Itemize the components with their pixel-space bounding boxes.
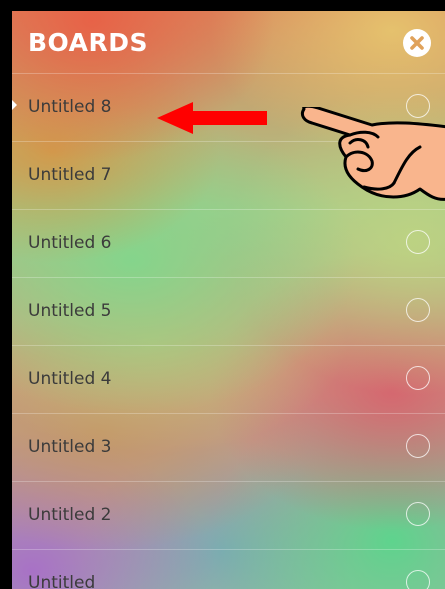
screenshot-frame: BOARDS Untitled 8 Untitled 7 Untitled 6 <box>0 0 445 589</box>
select-circle[interactable] <box>406 570 430 589</box>
board-item-untitled-4[interactable]: Untitled 4 <box>12 345 445 413</box>
board-item-untitled-3[interactable]: Untitled 3 <box>12 413 445 481</box>
board-item-untitled-2[interactable]: Untitled 2 <box>12 481 445 549</box>
board-label: Untitled 5 <box>28 301 112 321</box>
selected-caret-icon <box>12 100 17 110</box>
board-label: Untitled 6 <box>28 233 112 253</box>
board-item-untitled-6[interactable]: Untitled 6 <box>12 209 445 277</box>
board-label: Untitled <box>28 573 96 589</box>
close-button[interactable] <box>403 29 431 57</box>
board-label: Untitled 3 <box>28 437 112 457</box>
boards-title: BOARDS <box>28 28 148 57</box>
board-label: Untitled 7 <box>28 165 112 185</box>
board-label: Untitled 2 <box>28 505 112 525</box>
boards-panel: BOARDS Untitled 8 Untitled 7 Untitled 6 <box>12 11 445 589</box>
board-label: Untitled 4 <box>28 369 112 389</box>
panel-header: BOARDS <box>12 11 445 73</box>
select-circle[interactable] <box>406 366 430 390</box>
select-circle[interactable] <box>406 298 430 322</box>
board-item-untitled[interactable]: Untitled <box>12 549 445 589</box>
close-icon <box>410 36 424 50</box>
select-circle[interactable] <box>406 434 430 458</box>
board-label: Untitled 8 <box>28 97 112 117</box>
board-item-untitled-5[interactable]: Untitled 5 <box>12 277 445 345</box>
select-circle[interactable] <box>406 502 430 526</box>
left-arrow-icon <box>157 102 267 134</box>
pointing-hand-icon <box>300 107 445 201</box>
select-circle[interactable] <box>406 230 430 254</box>
